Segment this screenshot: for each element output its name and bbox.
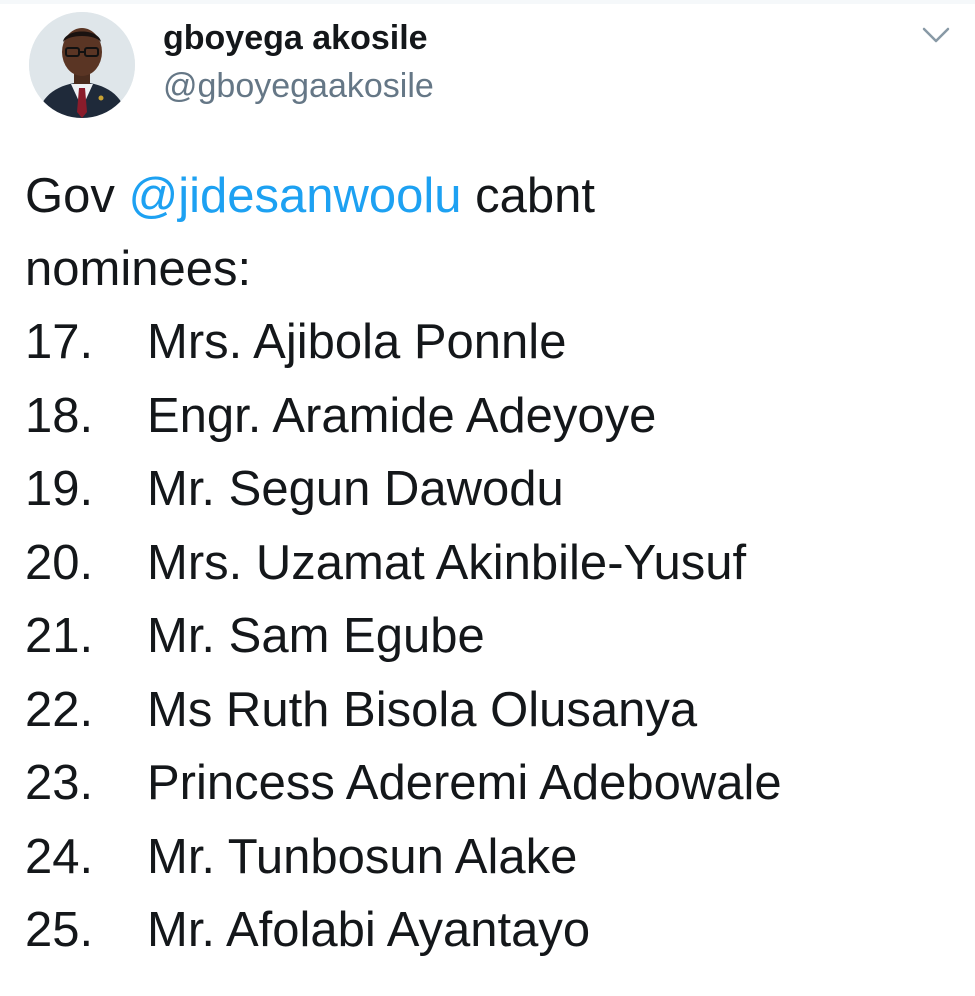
tweet-header: gboyega akosile @gboyegaakosile (0, 0, 975, 140)
list-item-number: 24. (25, 829, 94, 884)
list-item-number: 23. (25, 756, 94, 811)
author-display-name[interactable]: gboyega akosile (163, 18, 428, 58)
list-item: 21. Mr. Sam Egube (25, 600, 965, 674)
list-item-name: Mrs. Uzamat Akinbile-Yusuf (147, 535, 747, 590)
list-item-number: 20. (25, 535, 94, 590)
list-item-number: 25. (25, 903, 94, 958)
tweet-line-2: nominees: (25, 242, 252, 296)
list-item: 24. Mr. Tunbosun Alake (25, 821, 965, 895)
list-item-number: 18. (25, 388, 94, 443)
list-item: 18. Engr. Aramide Adeyoye (25, 380, 965, 454)
list-item-name: Mr. Tunbosun Alake (147, 829, 578, 884)
tweet-text-suffix: cabnt (461, 169, 596, 223)
list-item-name: Engr. Aramide Adeyoye (147, 388, 657, 443)
author-handle[interactable]: @gboyegaakosile (163, 66, 434, 106)
tweet-menu-button[interactable] (916, 20, 956, 50)
list-item: 23. Princess Aderemi Adebowale (25, 747, 965, 821)
list-item: 20. Mrs. Uzamat Akinbile-Yusuf (25, 527, 965, 601)
list-item-name: Mr. Segun Dawodu (147, 462, 564, 517)
list-item-name: Princess Aderemi Adebowale (147, 756, 782, 811)
avatar[interactable] (29, 12, 135, 118)
tweet-text-prefix: Gov (25, 169, 129, 223)
chevron-down-icon (922, 27, 950, 43)
list-item-name: Ms Ruth Bisola Olusanya (147, 682, 698, 737)
list-item: 17. Mrs. Ajibola Ponnle (25, 306, 965, 380)
list-item: 22. Ms Ruth Bisola Olusanya (25, 674, 965, 748)
list-item-name: Mr. Sam Egube (147, 609, 485, 664)
mention-link[interactable]: @jidesanwoolu (128, 169, 461, 223)
list-item-name: Mrs. Ajibola Ponnle (147, 315, 567, 370)
nominee-list: 17. Mrs. Ajibola Ponnle 18. Engr. Aramide … (25, 306, 965, 968)
list-item-name: Mr. Afolabi Ayantayo (147, 903, 591, 958)
list-item-number: 21. (25, 609, 94, 664)
tweet-line-1: Gov @jidesanwoolu cabnt (25, 160, 965, 233)
tweet-text: Gov @jidesanwoolu cabnt nominees: 17. Mrs… (25, 160, 965, 968)
list-item-number: 17. (25, 315, 94, 370)
list-item: 25. Mr. Afolabi Ayantayo (25, 894, 965, 968)
list-item-number: 22. (25, 682, 94, 737)
list-item: 19. Mr. Segun Dawodu (25, 453, 965, 527)
list-item-number: 19. (25, 462, 94, 517)
